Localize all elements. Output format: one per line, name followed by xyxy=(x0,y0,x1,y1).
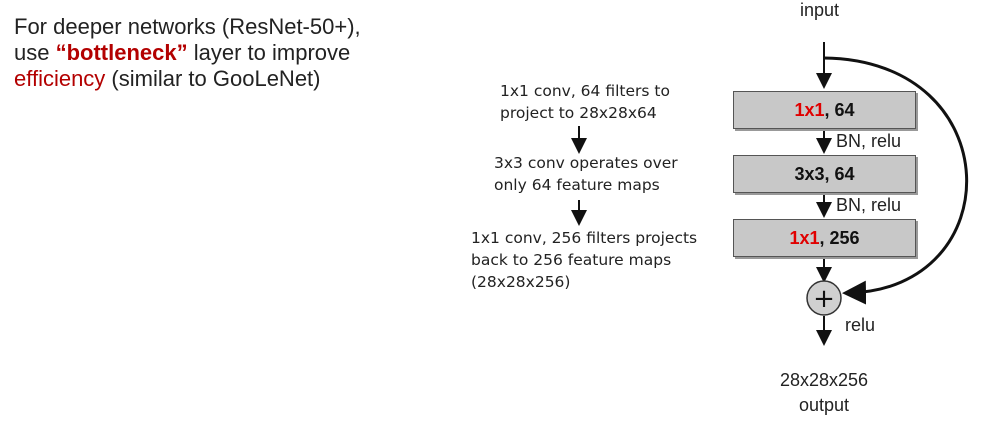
layer-kernel: 3x3 xyxy=(794,163,825,184)
layer-filters: , 64 xyxy=(824,99,855,120)
layer-filters: , 64 xyxy=(824,163,855,184)
layer-kernel: 1x1 xyxy=(794,99,825,120)
layer-kernel: 1x1 xyxy=(789,227,820,248)
bn-relu-label-1: BN, relu xyxy=(836,131,902,151)
output-shape-label: 28x28x256 xyxy=(779,370,869,390)
output-label: output xyxy=(798,395,850,415)
layer-1x1-64: 1x1, 64 xyxy=(733,91,916,129)
layer-1x1-256: 1x1, 256 xyxy=(733,219,916,257)
bn-relu-label-2: BN, relu xyxy=(836,195,902,215)
relu-label: relu xyxy=(845,315,876,335)
input-label: input xyxy=(800,0,840,20)
plus-icon: + xyxy=(813,284,835,314)
layer-3x3-64: 3x3, 64 xyxy=(733,155,916,193)
layer-filters: , 256 xyxy=(819,227,860,248)
